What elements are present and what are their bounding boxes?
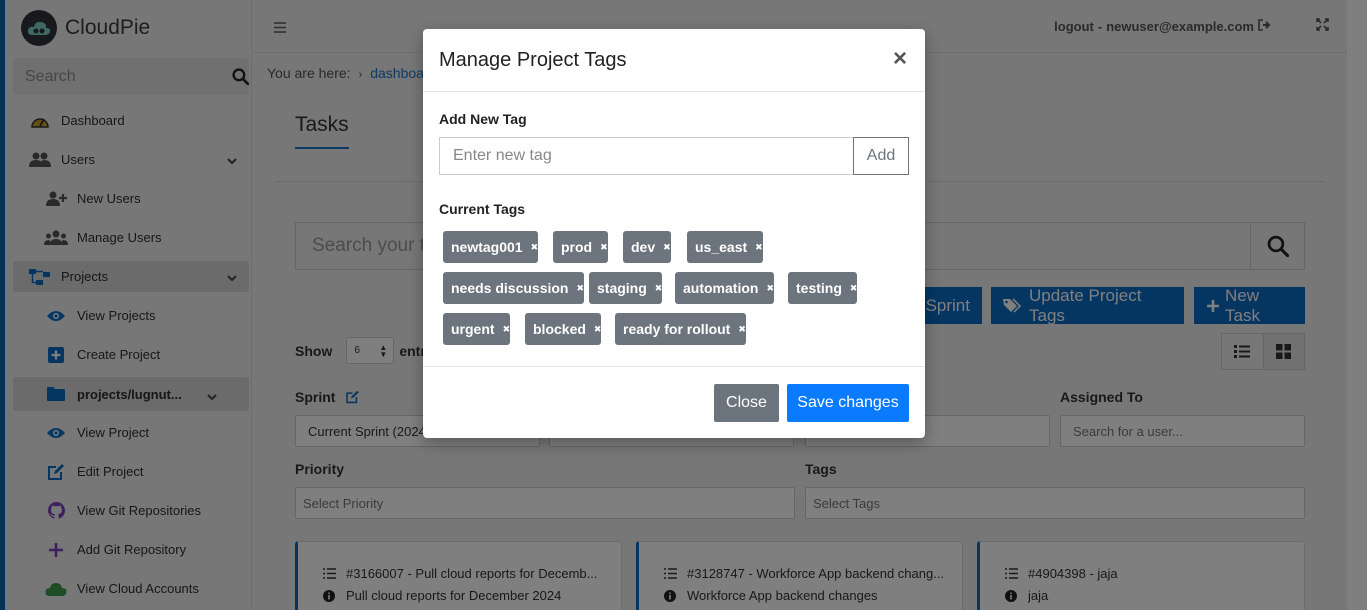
modal-header: Manage Project Tags × bbox=[423, 29, 925, 92]
add-tag-row: Add bbox=[439, 137, 909, 175]
remove-tag-icon[interactable]: ✖ bbox=[594, 324, 602, 335]
tag-label: blocked bbox=[533, 321, 586, 337]
tag-label: ready for rollout bbox=[623, 321, 731, 337]
tag-label: dev bbox=[631, 239, 656, 255]
remove-tag-icon[interactable]: ✖ bbox=[576, 283, 584, 294]
tag-label: urgent bbox=[451, 321, 495, 337]
tag-label: staging bbox=[597, 280, 647, 296]
tag-chip: us_east ✖ bbox=[687, 231, 763, 263]
new-tag-input[interactable] bbox=[439, 137, 853, 175]
modal-footer: Close Save changes bbox=[423, 366, 925, 438]
remove-tag-icon[interactable]: ✖ bbox=[663, 242, 671, 253]
save-changes-button[interactable]: Save changes bbox=[787, 384, 909, 422]
close-icon[interactable]: × bbox=[893, 47, 907, 71]
tag-label: us_east bbox=[695, 239, 748, 255]
tag-chip: prod ✖ bbox=[553, 231, 608, 263]
remove-tag-icon[interactable]: ✖ bbox=[755, 242, 763, 253]
tag-chip: urgent ✖ bbox=[443, 313, 511, 345]
remove-tag-icon[interactable]: ✖ bbox=[503, 324, 511, 335]
tag-chip: needs discussion ✖ bbox=[443, 272, 585, 304]
tag-chip: automation ✖ bbox=[675, 272, 774, 304]
tag-chip: staging ✖ bbox=[589, 272, 663, 304]
remove-tag-icon[interactable]: ✖ bbox=[655, 283, 663, 294]
tag-chip: newtag001 ✖ bbox=[443, 231, 539, 263]
modal-title: Manage Project Tags bbox=[439, 49, 627, 71]
remove-tag-icon[interactable]: ✖ bbox=[600, 242, 608, 253]
tag-chip: testing ✖ bbox=[788, 272, 858, 304]
tag-label: automation bbox=[683, 280, 759, 296]
tag-label: prod bbox=[561, 239, 593, 255]
current-tags-label: Current Tags bbox=[439, 201, 526, 217]
tag-chip: ready for rollout ✖ bbox=[615, 313, 746, 345]
remove-tag-icon[interactable]: ✖ bbox=[850, 283, 858, 294]
add-tag-label: Add New Tag bbox=[439, 111, 527, 127]
tag-chip: dev ✖ bbox=[623, 231, 671, 263]
manage-tags-modal: Manage Project Tags × Add New Tag Add Cu… bbox=[423, 29, 925, 438]
add-tag-button[interactable]: Add bbox=[853, 137, 909, 175]
tag-label: testing bbox=[796, 280, 842, 296]
tag-label: newtag001 bbox=[451, 239, 523, 255]
close-button[interactable]: Close bbox=[714, 384, 779, 422]
remove-tag-icon[interactable]: ✖ bbox=[766, 283, 774, 294]
remove-tag-icon[interactable]: ✖ bbox=[531, 242, 539, 253]
tag-chip: blocked ✖ bbox=[525, 313, 602, 345]
remove-tag-icon[interactable]: ✖ bbox=[738, 324, 746, 335]
tag-label: needs discussion bbox=[451, 280, 569, 296]
